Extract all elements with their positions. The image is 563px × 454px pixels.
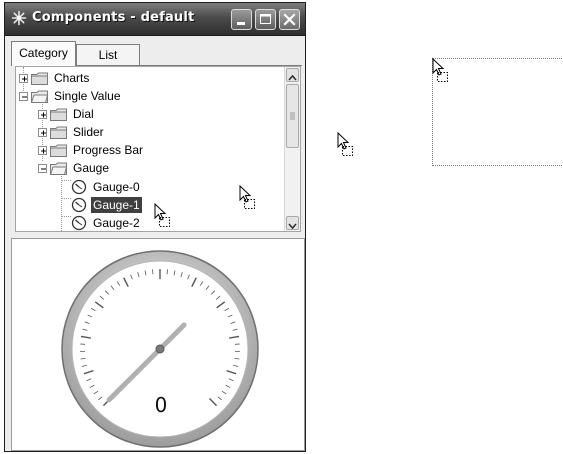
component-preview: 0 [11,238,305,451]
grip-icon [290,112,295,120]
scroll-down-button[interactable] [286,216,299,230]
tab-category-label: Category [19,46,68,60]
tree-item-dial[interactable]: Dial [38,105,96,123]
drag-cursor-icon [154,203,170,227]
chevron-down-icon [288,223,297,230]
folder-icon [31,90,48,103]
maximize-button[interactable] [255,9,276,30]
folder-icon [50,144,67,157]
tree-item-single-value[interactable]: Single Value [19,87,123,105]
drag-cursor-icon [432,58,448,82]
tree-item-label: Dial [73,107,94,121]
tree-item-progress-bar[interactable]: Progress Bar [38,141,145,159]
category-tree[interactable]: Charts Single Value Dial Slider Progress… [15,66,301,232]
drop-target-area[interactable] [432,58,563,166]
tree-item-charts[interactable]: Charts [19,69,91,87]
scroll-up-button[interactable] [286,68,299,82]
tree-item-gauge-2[interactable]: Gauge-2 [71,214,142,231]
tree-connector [61,180,71,181]
gauge-dial [61,250,259,448]
app-icon [11,10,27,26]
window-title: Components - default [32,10,195,25]
tree-item-label: Slider [73,125,104,139]
scroll-thumb[interactable] [286,84,299,148]
tree-connector [61,216,71,217]
components-window: Components - default Category List Chart… [4,2,306,452]
tree-item-label: Single Value [54,89,121,103]
tree-item-slider[interactable]: Slider [38,123,106,141]
gauge-icon [71,215,87,231]
tree-connector [61,198,71,199]
tree-connector [61,169,62,231]
tree-item-label: Gauge-0 [93,180,140,194]
maximize-icon [260,14,271,24]
expand-icon[interactable] [19,73,28,83]
drag-cursor-icon [337,132,353,156]
folder-icon [31,72,48,85]
tree-item-label: Gauge-2 [93,216,140,230]
tab-category[interactable]: Category [11,41,76,66]
expand-icon[interactable] [38,127,47,137]
tree-item-label: Gauge [73,161,110,175]
tree-item-gauge-0[interactable]: Gauge-0 [71,178,142,196]
tree-scrollbar[interactable] [284,67,300,231]
title-bar[interactable]: Components - default [5,3,305,36]
folder-icon [50,126,67,139]
minimize-button[interactable] [231,9,252,30]
expand-icon[interactable] [38,109,47,119]
gauge-hub [155,344,165,354]
chevron-up-icon [288,74,297,81]
tab-list[interactable]: List [76,44,140,65]
gauge-icon [71,197,87,213]
minimize-icon [237,22,245,25]
tree-item-label: Progress Bar [73,143,144,157]
gauge-icon [71,179,87,195]
tab-list-label: List [98,48,118,62]
close-icon [283,13,296,26]
folder-icon [50,108,67,121]
tree-item-label: Charts [54,71,90,85]
folder-icon [50,162,67,175]
expand-icon[interactable] [38,145,47,155]
tree-item-label: Gauge-1 [91,197,142,213]
drag-cursor-icon [239,185,255,209]
collapse-icon[interactable] [19,91,28,101]
tree-item-gauge-1[interactable]: Gauge-1 [71,196,142,214]
gauge-value: 0 [154,393,168,417]
collapse-icon[interactable] [38,163,47,173]
tree-item-gauge[interactable]: Gauge [38,159,111,177]
close-button[interactable] [279,9,300,30]
